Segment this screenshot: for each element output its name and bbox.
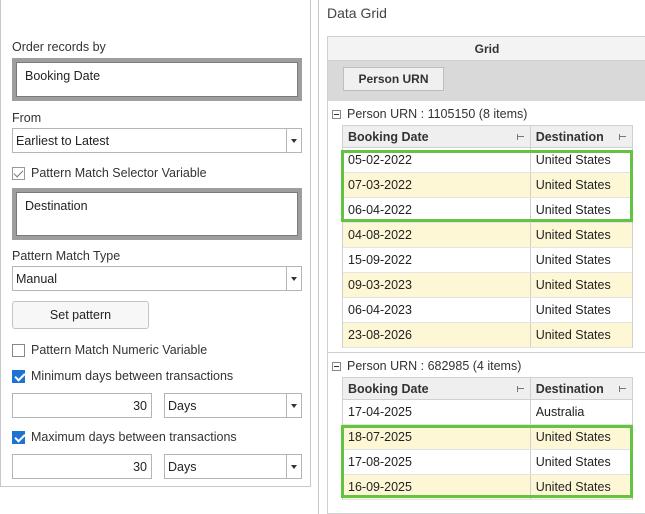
table-header: Booking Date Destination	[343, 125, 632, 148]
numeric-var-checkbox-row[interactable]: Pattern Match Numeric Variable	[12, 343, 207, 357]
set-pattern-button[interactable]: Set pattern	[12, 301, 149, 329]
table-row[interactable]: 23-08-2026 United States	[343, 323, 632, 348]
numeric-var-label: Pattern Match Numeric Variable	[31, 343, 208, 357]
table-row[interactable]: 16-09-2025 United States	[343, 475, 632, 500]
pattern-selector-value: Destination	[16, 192, 298, 236]
pin-icon[interactable]	[619, 134, 626, 140]
min-days-unit-dropdown[interactable]: Days	[164, 393, 302, 418]
column-header-destination[interactable]: Destination	[531, 378, 632, 399]
pattern-type-value: Manual	[16, 272, 57, 286]
column-header-booking-date[interactable]: Booking Date	[343, 126, 531, 147]
group-row[interactable]: Person URN : 682985 (4 items)	[328, 355, 645, 377]
checkbox-checked-icon[interactable]	[12, 369, 25, 383]
pattern-type-label: Pattern Match Type	[12, 249, 121, 263]
table-row[interactable]: 07-03-2022 United States	[343, 173, 632, 198]
table-row[interactable]: 09-03-2023 United States	[343, 273, 632, 298]
table-row[interactable]: 15-09-2022 United States	[343, 248, 632, 273]
column-header-booking-date[interactable]: Booking Date	[343, 378, 531, 399]
chevron-down-icon[interactable]	[286, 129, 301, 152]
group-section: Person URN : 682985 (4 items) Booking Da…	[328, 352, 645, 500]
group-table: Booking Date Destination 17-04-2025 Austr…	[342, 377, 633, 500]
collapse-icon[interactable]	[332, 109, 341, 119]
group-label: Person URN : 682985 (4 items)	[347, 359, 522, 373]
from-dropdown[interactable]: Earliest to Latest	[12, 128, 302, 153]
pin-icon[interactable]	[516, 386, 524, 392]
pattern-type-dropdown[interactable]: Manual	[12, 266, 302, 291]
group-row[interactable]: Person URN : 1105150 (8 items)	[328, 103, 645, 125]
group-by-chip-person-urn[interactable]: Person URN	[343, 67, 444, 91]
table-row[interactable]: 17-04-2025 Australia	[343, 400, 632, 425]
from-value: Earliest to Latest	[16, 134, 110, 148]
data-grid: Grid Person URN Person URN : 1105150 (8 …	[327, 36, 645, 514]
settings-panel: Order records by Booking Date From Earli…	[0, 0, 311, 487]
table-row[interactable]: 06-04-2023 United States	[343, 298, 632, 323]
pin-icon[interactable]	[619, 386, 626, 392]
max-days-input[interactable]: 30	[12, 454, 152, 479]
pattern-selector-checkbox-row[interactable]: Pattern Match Selector Variable	[12, 166, 207, 180]
chevron-down-icon[interactable]	[286, 267, 301, 290]
table-row[interactable]: 18-07-2025 United States	[343, 425, 632, 450]
chevron-down-icon[interactable]	[286, 394, 301, 417]
table-row[interactable]: 17-08-2025 United States	[343, 450, 632, 475]
pattern-selector-label: Pattern Match Selector Variable	[31, 166, 207, 180]
pattern-selector-box[interactable]: Destination	[12, 188, 302, 240]
max-days-unit-dropdown[interactable]: Days	[164, 454, 302, 479]
min-days-label: Minimum days between transactions	[31, 369, 234, 383]
order-records-box[interactable]: Booking Date	[12, 58, 302, 101]
max-days-checkbox-row[interactable]: Maximum days between transactions	[12, 430, 237, 444]
table-row[interactable]: 04-08-2022 United States	[343, 223, 632, 248]
group-label: Person URN : 1105150 (8 items)	[347, 107, 528, 121]
max-days-unit-value: Days	[168, 460, 197, 474]
min-days-input[interactable]: 30	[12, 393, 152, 418]
min-days-unit-value: Days	[168, 399, 197, 413]
max-days-label: Maximum days between transactions	[31, 430, 237, 444]
order-records-label: Order records by	[12, 40, 106, 54]
checkbox-checked-icon[interactable]	[12, 430, 25, 444]
group-section: Person URN : 1105150 (8 items) Booking D…	[328, 103, 645, 348]
from-label: From	[12, 111, 42, 125]
data-grid-panel: Data Grid Grid Person URN Person URN : 1…	[318, 0, 645, 514]
group-table: Booking Date Destination 05-02-2022 Unite…	[342, 125, 633, 348]
collapse-icon[interactable]	[332, 361, 341, 371]
checkbox-icon[interactable]	[12, 166, 25, 180]
panel-title: Data Grid	[327, 5, 387, 21]
group-by-area: Person URN	[328, 61, 645, 101]
checkbox-icon[interactable]	[12, 343, 25, 357]
pin-icon[interactable]	[516, 134, 524, 140]
chevron-down-icon[interactable]	[286, 455, 301, 478]
column-header-destination[interactable]: Destination	[531, 126, 632, 147]
table-header: Booking Date Destination	[343, 377, 632, 400]
table-row[interactable]: 06-04-2022 United States	[343, 198, 632, 223]
min-days-checkbox-row[interactable]: Minimum days between transactions	[12, 369, 233, 383]
table-row[interactable]: 05-02-2022 United States	[343, 148, 632, 173]
grid-header: Grid	[328, 37, 645, 61]
order-records-value: Booking Date	[16, 62, 298, 97]
